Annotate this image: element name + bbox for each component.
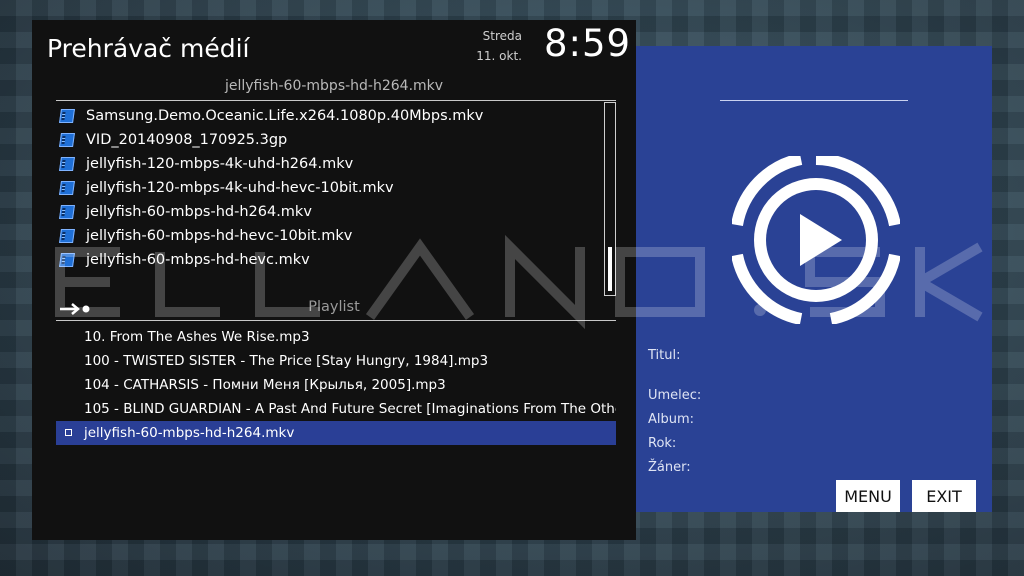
file-name: Samsung.Demo.Oceanic.Life.x264.1080p.40M… bbox=[86, 108, 484, 124]
exit-button[interactable]: EXIT bbox=[912, 480, 976, 512]
info-panel: Titul: Umelec: Album: Rok: Žáner: MENU E… bbox=[636, 46, 992, 512]
playlist-item[interactable]: 100 - TWISTED SISTER - The Price [Stay H… bbox=[56, 349, 616, 373]
video-file-icon bbox=[59, 205, 75, 219]
file-name: jellyfish-120-mbps-4k-uhd-h264.mkv bbox=[86, 156, 354, 172]
divider bbox=[56, 320, 616, 321]
meta-genre-label: Žáner: bbox=[648, 460, 691, 475]
file-item[interactable]: Samsung.Demo.Oceanic.Life.x264.1080p.40M… bbox=[59, 104, 600, 128]
meta-artist-label: Umelec: bbox=[648, 388, 702, 403]
divider bbox=[720, 100, 908, 101]
playlist-item-label: jellyfish-60-mbps-hd-h264.mkv bbox=[84, 425, 295, 441]
video-file-icon bbox=[59, 133, 75, 147]
file-item[interactable]: jellyfish-60-mbps-hd-hevc.mkv bbox=[59, 248, 600, 272]
file-item[interactable]: jellyfish-120-mbps-4k-uhd-h264.mkv bbox=[59, 152, 600, 176]
playlist-item[interactable]: 105 - BLIND GUARDIAN - A Past And Future… bbox=[56, 397, 616, 421]
playlist-item[interactable]: 10. From The Ashes We Rise.mp3 bbox=[56, 325, 616, 349]
file-item[interactable]: VID_20140908_170925.3gp bbox=[59, 128, 600, 152]
file-name: jellyfish-60-mbps-hd-h264.mkv bbox=[86, 204, 312, 220]
playlist-item[interactable]: 104 - CATHARSIS - Помни Меня [Крылья, 20… bbox=[56, 373, 616, 397]
file-name: jellyfish-120-mbps-4k-uhd-hevc-10bit.mkv bbox=[86, 180, 394, 196]
menu-button[interactable]: MENU bbox=[836, 480, 900, 512]
clock-day: Streda bbox=[482, 29, 522, 43]
file-list-scrollbar[interactable] bbox=[604, 102, 616, 296]
play-circle-icon bbox=[732, 156, 900, 324]
clock-time: 8:59 bbox=[544, 22, 632, 65]
video-file-icon bbox=[59, 253, 75, 267]
file-item[interactable]: jellyfish-60-mbps-hd-h264.mkv bbox=[59, 200, 600, 224]
file-name: VID_20140908_170925.3gp bbox=[86, 132, 288, 148]
file-name: jellyfish-60-mbps-hd-hevc-10bit.mkv bbox=[86, 228, 353, 244]
video-file-icon bbox=[59, 109, 75, 123]
file-name: jellyfish-60-mbps-hd-hevc.mkv bbox=[86, 252, 310, 268]
scrollbar-thumb[interactable] bbox=[608, 247, 612, 291]
divider bbox=[56, 100, 616, 101]
playlist[interactable]: 10. From The Ashes We Rise.mp3 100 - TWI… bbox=[56, 325, 616, 445]
clock-date: 11. okt. bbox=[476, 49, 522, 63]
media-player-panel: Prehrávač médií Streda 11. okt. 8:59 jel… bbox=[32, 20, 636, 540]
meta-year-label: Rok: bbox=[648, 436, 677, 451]
file-item[interactable]: jellyfish-60-mbps-hd-hevc-10bit.mkv bbox=[59, 224, 600, 248]
current-file-label: jellyfish-60-mbps-hd-h264.mkv bbox=[224, 78, 444, 94]
file-browser-list[interactable]: Samsung.Demo.Oceanic.Life.x264.1080p.40M… bbox=[59, 104, 600, 272]
playlist-title: Playlist bbox=[308, 299, 360, 315]
video-file-icon bbox=[59, 157, 75, 171]
video-file-icon bbox=[59, 229, 75, 243]
playlist-header: Playlist bbox=[32, 298, 636, 320]
meta-title-label: Titul: bbox=[648, 348, 681, 363]
app-title: Prehrávač médií bbox=[47, 34, 250, 63]
file-item[interactable]: jellyfish-120-mbps-4k-uhd-hevc-10bit.mkv bbox=[59, 176, 600, 200]
now-playing-marker-icon bbox=[65, 429, 72, 436]
playlist-item-active[interactable]: jellyfish-60-mbps-hd-h264.mkv bbox=[56, 421, 616, 445]
meta-album-label: Album: bbox=[648, 412, 695, 427]
video-file-icon bbox=[59, 181, 75, 195]
